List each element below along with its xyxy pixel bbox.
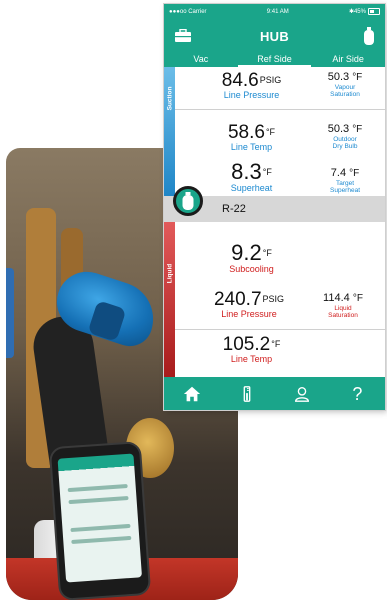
nav-help[interactable]: ? [345,382,369,406]
screen-line [70,523,131,533]
outdoor-dry-bulb-label-1: Outdoor [333,136,357,143]
battery-icon [367,8,380,16]
subcooling-value: 9.2°F [204,242,299,264]
value-number: 50.3 [327,123,350,135]
vapour-saturation-label-1: Vapour [334,84,356,91]
value-number: 9.2 [231,240,262,265]
liquid-label: Liquid [166,263,174,284]
app-header: HUB [164,20,385,52]
vapour-saturation-label-2: Saturation [330,91,360,98]
user-icon [295,386,310,402]
tab-vac[interactable]: Vac [164,52,238,67]
blue-strip [6,268,14,358]
tab-ref-side[interactable]: Ref Side [237,52,312,67]
superheat-label: Superheat [230,183,273,193]
liquid-saturation: 114.4 °F Liquid Saturation [306,292,380,319]
value-number: 84.6 [221,70,259,91]
nav-home[interactable] [180,382,204,406]
value-number: 50.3 [327,71,350,83]
refrigerant-tank-button[interactable] [173,186,203,216]
tab-bar: Vac Ref Side Air Side [164,52,385,67]
bottom-nav: ? [164,377,385,410]
tank-icon [182,192,194,210]
liquid-line-temp-label: Line Temp [230,354,273,364]
suction-line-pressure: 84.6PSIG Line Pressure [204,71,299,100]
liquid-saturation-value: 114.4 °F [306,292,380,305]
superheat: 8.3°F Superheat [204,161,299,194]
subcooling-label: Subcooling [229,264,274,274]
value-number: 240.7 [213,289,262,310]
carrier-text: ●●●oo Carrier [169,9,207,15]
liquid-line-pressure-value: 240.7PSIG [194,290,304,309]
value-unit: °F [265,127,276,137]
tank-icon[interactable] [363,27,375,45]
suction-line-temp-value: 58.6°F [204,123,299,142]
value-number: 58.6 [227,122,265,143]
superheat-value: 8.3°F [204,161,299,183]
suction-label: Suction [166,86,174,111]
liquid-line-temp: 105.2°F Line Temp [204,335,299,364]
row-divider [175,109,385,110]
outdoor-dry-bulb: 50.3 °F Outdoor Dry Bulb [310,123,380,150]
value-unit: °F [271,339,281,349]
subcooling: 9.2°F Subcooling [204,242,299,275]
value-unit: PSIG [262,294,285,304]
liquid-line-pressure: 240.7PSIG Line Pressure [194,290,304,319]
value-unit: °F [352,124,363,135]
outdoor-dry-bulb-value: 50.3 °F [310,123,380,136]
liquid-saturation-label-1: Liquid [334,305,352,312]
screen-line [68,495,129,505]
status-bar: ●●●oo Carrier 9:41 AM ✱45% [164,4,385,20]
toolbox-icon[interactable] [174,29,192,43]
liquid-saturation-label-2: Saturation [328,312,358,319]
refrigerant-name: R-22 [222,203,246,215]
value-unit: °F [352,72,363,83]
time-text: 9:41 AM [266,9,289,15]
row-divider [175,329,385,330]
outdoor-dry-bulb-label-2: Dry Bulb [332,143,358,150]
screen-line [67,483,128,493]
home-icon [183,386,200,401]
target-superheat-label-1: Target [335,180,355,187]
liquid-line-temp-value: 105.2°F [204,335,299,354]
target-superheat: 7.4 °F Target Superheat [310,167,380,194]
liquid-line-pressure-label: Line Pressure [221,309,277,319]
value-number: 8.3 [231,159,262,184]
handheld-phone-screen [57,453,143,583]
help-icon: ? [352,383,363,404]
handheld-phone [50,443,150,599]
liquid-side-bar: Liquid [164,222,175,377]
value-unit: °F [262,248,272,258]
suction-line-pressure-label: Line Pressure [223,90,280,100]
suction-line-pressure-value: 84.6PSIG [204,71,299,90]
nav-thermometer[interactable] [235,382,259,406]
suction-side-bar: Suction [164,67,175,196]
thermometer-icon [243,385,251,402]
value-unit: °F [262,167,272,177]
suction-line-temp-label: Line Temp [230,142,273,152]
target-superheat-label-2: Superheat [330,187,360,194]
screen-line [71,535,132,545]
value-unit: °F [352,293,363,304]
vapour-saturation: 50.3 °F Vapour Saturation [310,71,380,98]
target-superheat-value: 7.4 °F [310,167,380,180]
vapour-saturation-value: 50.3 °F [310,71,380,84]
suction-line-temp: 58.6°F Line Temp [204,123,299,152]
battery-text: 45% [353,9,366,16]
battery-indicator: ✱45% [349,8,380,16]
nav-profile[interactable] [290,382,314,406]
readings-panel: Suction 84.6PSIG Line Pressure 50.3 °F V… [164,67,385,377]
value-number: 105.2 [222,334,271,355]
tab-air-side[interactable]: Air Side [311,52,385,67]
value-unit: PSIG [259,75,282,85]
value-number: 7.4 [330,167,347,179]
value-number: 114.4 [323,292,350,304]
page-title: HUB [259,28,290,44]
value-unit: °F [349,168,360,179]
app-screen: ●●●oo Carrier 9:41 AM ✱45% HUB Vac Ref S… [164,4,385,410]
